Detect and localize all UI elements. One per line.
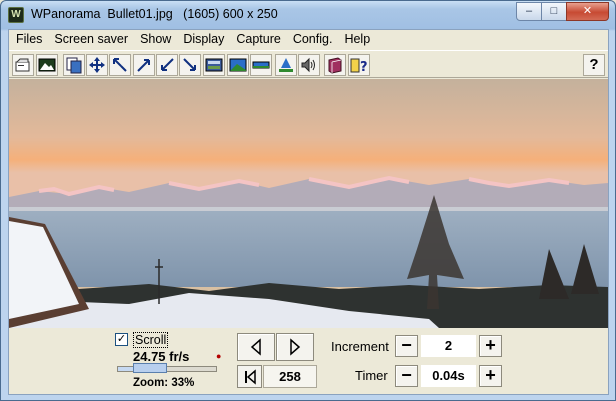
scroll-checkbox[interactable]: ✓ (115, 333, 128, 346)
frame-button[interactable] (203, 54, 225, 76)
picture-icon (38, 58, 56, 72)
client-area: Files Screen saver Show Display Capture … (8, 29, 609, 395)
shrink-button[interactable] (109, 54, 131, 76)
timer-field[interactable]: 0.04s (421, 365, 476, 387)
copy-icon (66, 57, 82, 74)
scroll-label[interactable]: Scroll (133, 332, 169, 348)
first-frame-button[interactable] (237, 365, 262, 388)
menu-files[interactable]: Files (9, 30, 47, 49)
frame-position-field[interactable]: 258 (263, 365, 317, 388)
menu-help[interactable]: Help (337, 30, 375, 49)
expand-ne-icon (137, 59, 150, 72)
arrow-left-icon (250, 338, 261, 356)
menu-display[interactable]: Display (176, 30, 229, 49)
expand-ne-button[interactable] (133, 54, 155, 76)
menu-screen-saver[interactable]: Screen saver (47, 30, 133, 49)
fps-readout: 24.75 fr/s (133, 349, 190, 364)
collapse-se-button[interactable] (179, 54, 201, 76)
minimize-button[interactable]: – (516, 2, 542, 21)
increment-minus-button[interactable]: − (395, 335, 418, 357)
frame-icon (205, 58, 223, 72)
app-logo-icon: W (8, 7, 24, 23)
timer-label: Timer (355, 368, 388, 383)
timer-plus-button[interactable]: + (479, 365, 502, 387)
expand-sw-icon (161, 58, 174, 71)
increment-plus-button[interactable]: + (479, 335, 502, 357)
scroll-left-button[interactable] (237, 333, 275, 361)
svg-text:?: ? (360, 60, 368, 74)
menu-bar: Files Screen saver Show Display Capture … (9, 30, 608, 49)
record-indicator-icon: ● (216, 351, 222, 361)
move-icon (89, 57, 105, 73)
sound-button[interactable] (298, 54, 320, 76)
panorama-button[interactable] (227, 54, 249, 76)
window-title: WPanorama Bullet01.jpg (1605) 600 x 250 (31, 7, 278, 21)
help-button[interactable]: ? (583, 54, 605, 76)
move-button[interactable] (86, 54, 108, 76)
controls-panel: ✓ Scroll 24.75 fr/s ● Zoom: 33% 258 Incr… (9, 328, 608, 394)
zoom-slider-thumb[interactable] (133, 363, 167, 373)
toolbar: ? ? (9, 50, 608, 78)
sound-icon (301, 57, 315, 73)
skip-start-icon (244, 368, 256, 385)
collapse-se-icon (183, 58, 196, 71)
maximize-button[interactable]: □ (541, 2, 567, 21)
strip-button[interactable] (250, 54, 272, 76)
tree-button[interactable] (275, 54, 297, 76)
copy-button[interactable] (63, 54, 85, 76)
book-icon (328, 57, 342, 74)
picture-button[interactable] (36, 54, 58, 76)
panorama-icon (229, 58, 247, 72)
open-file-button[interactable] (12, 54, 34, 76)
menu-show[interactable]: Show (133, 30, 176, 49)
menu-capture[interactable]: Capture (229, 30, 285, 49)
arrow-right-icon (290, 338, 301, 356)
title-bar[interactable]: W WPanorama Bullet01.jpg (1605) 600 x 25… (1, 1, 615, 29)
scroll-right-button[interactable] (276, 333, 314, 361)
window-controls: – □ ✕ (516, 2, 609, 21)
app-window: W WPanorama Bullet01.jpg (1605) 600 x 25… (0, 0, 616, 401)
timer-minus-button[interactable]: − (395, 365, 418, 387)
shrink-icon (113, 58, 127, 72)
zoom-slider-track[interactable] (117, 366, 217, 372)
menu-config[interactable]: Config. (286, 30, 338, 49)
zoom-label: Zoom: 33% (133, 377, 195, 389)
strip-icon (252, 61, 270, 69)
panorama-viewport[interactable] (9, 79, 608, 328)
close-button[interactable]: ✕ (566, 2, 609, 21)
help-tool-button[interactable]: ? (348, 54, 370, 76)
increment-field[interactable]: 2 (421, 335, 476, 357)
book-button[interactable] (324, 54, 346, 76)
tree-icon (279, 58, 293, 72)
increment-label: Increment (331, 339, 389, 354)
expand-sw-button[interactable] (156, 54, 178, 76)
panorama-image (9, 79, 608, 328)
open-file-icon (15, 58, 30, 72)
help-tool-icon: ? (350, 58, 368, 74)
